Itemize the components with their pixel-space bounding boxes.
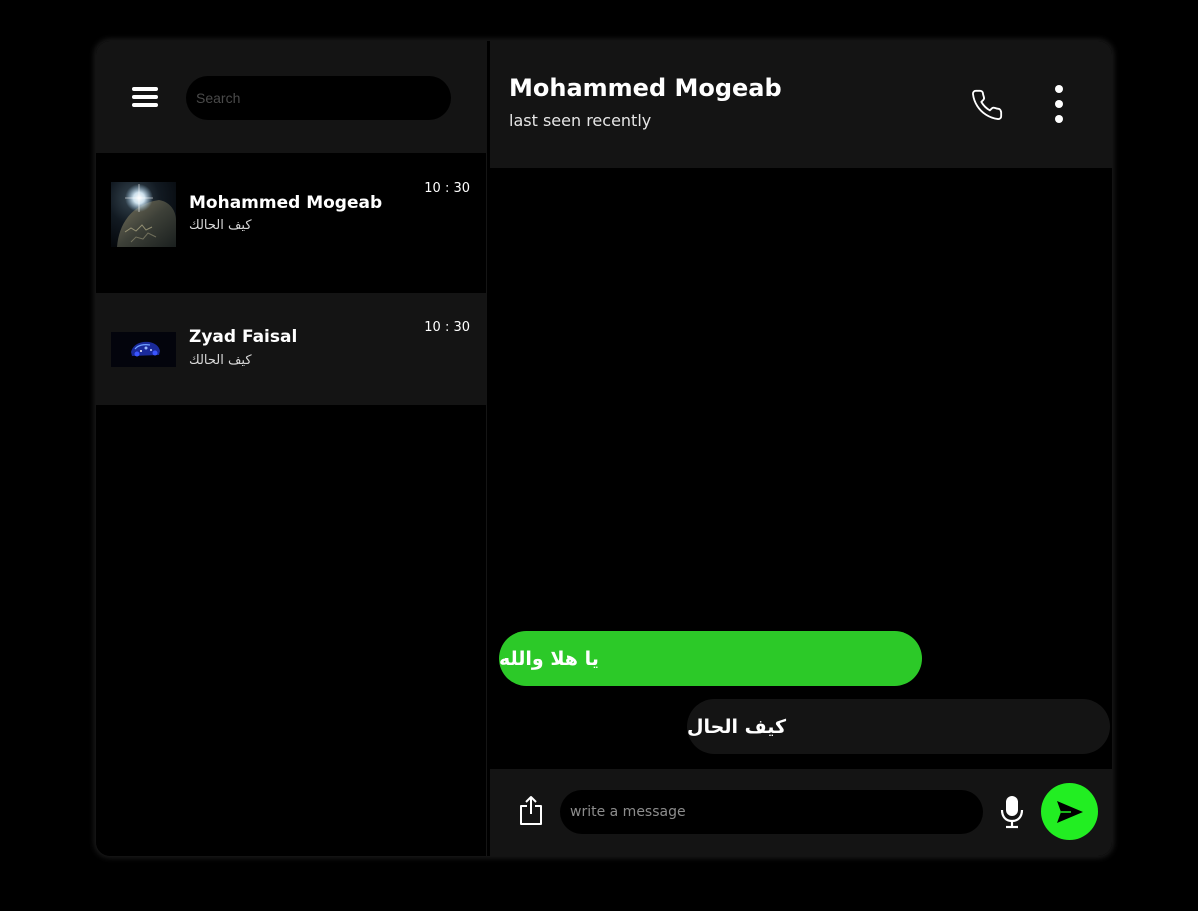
message-time: 10 : 30: [424, 181, 470, 196]
avatar: [111, 182, 176, 247]
received-message-bubble: كيف الحال: [687, 699, 1110, 754]
last-seen-status: last seen recently: [509, 111, 652, 130]
contact-name: Zyad Faisal: [189, 327, 298, 347]
conversation-header: Mohammed Mogeab last seen recently: [490, 41, 1112, 168]
send-button[interactable]: [1041, 783, 1098, 840]
microphone-icon[interactable]: [1000, 795, 1024, 829]
planet-photo-avatar-icon: [111, 182, 176, 247]
contact-name: Mohammed Mogeab: [189, 193, 383, 213]
conversation-panel: Mohammed Mogeab last seen recently يا هل…: [490, 41, 1112, 856]
message-input[interactable]: [560, 790, 983, 834]
sidebar-header: [96, 41, 487, 153]
conversation-contact-name: Mohammed Mogeab: [509, 74, 782, 102]
phone-icon[interactable]: [970, 88, 1004, 122]
send-arrow-icon: [1056, 800, 1083, 823]
hamburger-menu-icon[interactable]: [132, 87, 158, 107]
chat-list-item[interactable]: Mohammed Mogeab كيف الحالك 10 : 30: [96, 153, 486, 293]
avatar: [111, 332, 176, 367]
message-time: 10 : 30: [424, 320, 470, 335]
chat-list-item[interactable]: Zyad Faisal كيف الحالك 10 : 30: [96, 293, 486, 405]
message-composer: [490, 769, 1112, 856]
chat-list-sidebar: Mohammed Mogeab كيف الحالك 10 : 30 Zyad …: [96, 41, 487, 856]
share-upload-icon[interactable]: [518, 794, 544, 826]
last-message-preview: كيف الحالك: [189, 353, 252, 368]
vertical-dots-icon[interactable]: [1054, 85, 1064, 123]
last-message-preview: كيف الحالك: [189, 218, 252, 233]
dark-blue-car-avatar-icon: [111, 332, 176, 367]
messenger-app: Mohammed Mogeab كيف الحالك 10 : 30 Zyad …: [96, 41, 1112, 856]
sent-message-bubble: يا هلا والله: [499, 631, 922, 686]
search-input[interactable]: [186, 76, 451, 120]
